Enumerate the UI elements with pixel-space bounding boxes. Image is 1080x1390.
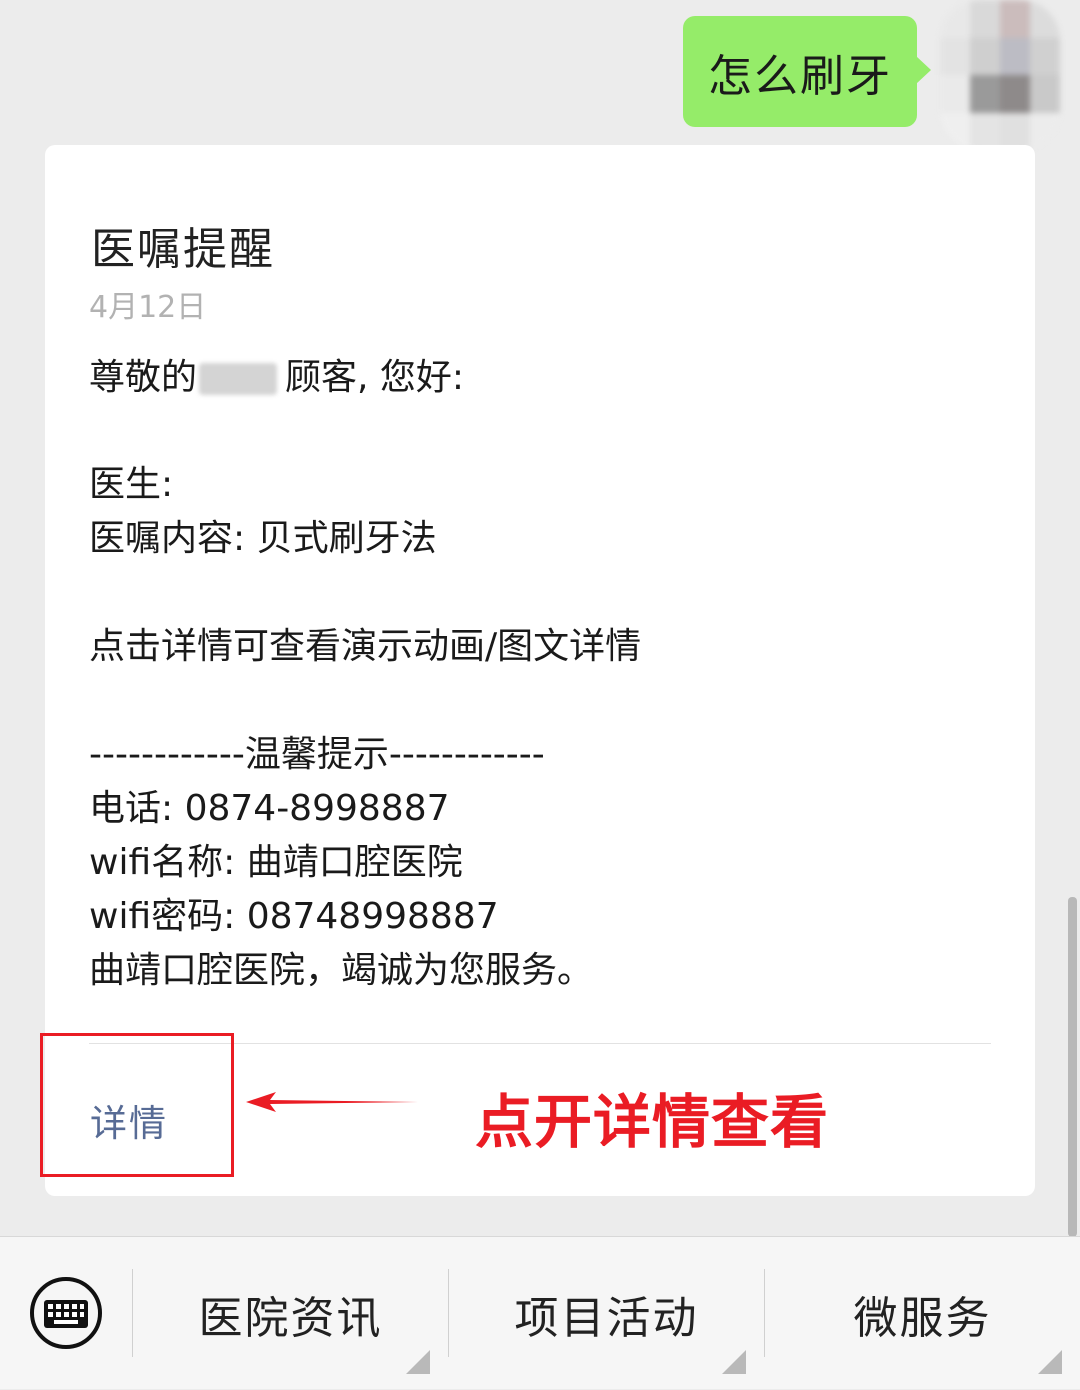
greeting-line: 尊敬的 顾客, 您好: (89, 350, 989, 406)
wifi-password-line: wifi密码: 08748998887 (89, 896, 499, 937)
arrow-left-icon (246, 1092, 418, 1112)
menu-item-hospital-news[interactable]: 医院资讯 (133, 1237, 448, 1390)
redacted-name (199, 363, 278, 395)
scrollbar[interactable] (1068, 897, 1077, 1237)
card-title: 医嘱提醒 (91, 224, 275, 275)
menu-item-micro-services[interactable]: 微服务 (765, 1237, 1080, 1390)
card-date: 4月12日 (89, 290, 207, 325)
tips-header: ------------温馨提示------------ (89, 734, 545, 775)
submenu-indicator-icon (406, 1350, 430, 1374)
outgoing-message-bubble[interactable]: 怎么刷牙 (683, 16, 931, 127)
menu-item-label: 项目活动 (514, 1292, 699, 1344)
wifi-name-line: wifi名称: 曲靖口腔医院 (89, 842, 463, 883)
menu-item-label: 微服务 (853, 1292, 992, 1344)
outgoing-message-text: 怎么刷牙 (708, 50, 892, 102)
greeting-prefix: 尊敬的 (89, 357, 198, 398)
submenu-indicator-icon (722, 1350, 746, 1374)
advice-line: 医嘱内容: 贝式刷牙法 (89, 518, 437, 559)
menu-item-project-activities[interactable]: 项目活动 (449, 1237, 764, 1390)
annotation-text: 点开详情查看 (475, 1088, 830, 1156)
doctor-line: 医生: (89, 464, 174, 505)
submenu-indicator-icon (1038, 1350, 1062, 1374)
card-body: 尊敬的 顾客, 您好: 医生: 医嘱内容: 贝式刷牙法 点击详情可查看演示动画/图… (89, 350, 989, 998)
user-avatar[interactable] (940, 0, 1060, 150)
keyboard-icon[interactable] (28, 1275, 104, 1351)
bottom-menu-bar: 医院资讯 项目活动 微服务 (0, 1236, 1080, 1389)
greeting-suffix: 顾客, 您好: (285, 357, 465, 398)
hint-line: 点击详情可查看演示动画/图文详情 (89, 626, 642, 667)
menu-item-label: 医院资讯 (198, 1292, 383, 1344)
phone-line: 电话: 0874-8998887 (89, 788, 450, 829)
highlight-box (40, 1033, 234, 1177)
closing-line: 曲靖口腔医院，竭诚为您服务。 (89, 950, 594, 991)
